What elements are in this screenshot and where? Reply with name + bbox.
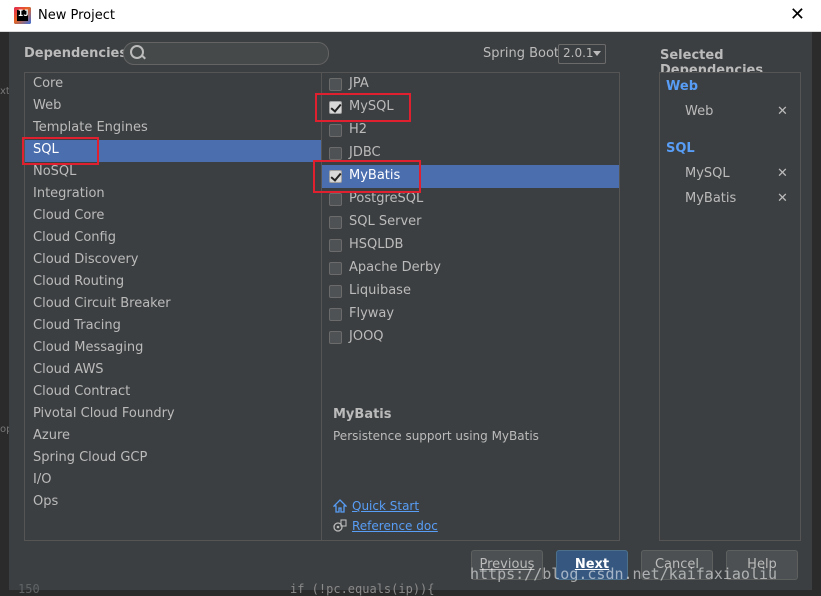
dependency-item[interactable]: JOOQ: [322, 326, 619, 349]
dependencies-label: Dependencies: [24, 46, 128, 61]
spring-boot-version-select[interactable]: 2.0.1: [558, 44, 606, 64]
category-item[interactable]: Template Engines: [33, 117, 148, 139]
dependency-label: Flyway: [349, 306, 395, 321]
dependency-item[interactable]: SQL Server: [322, 211, 619, 234]
selected-item-mybatis: MyBatis: [685, 191, 737, 206]
editor-line-number: 150: [18, 582, 40, 596]
remove-icon[interactable]: ✕: [777, 104, 788, 119]
category-item[interactable]: Integration: [33, 183, 105, 205]
dependency-item[interactable]: HSQLDB: [322, 234, 619, 257]
category-item[interactable]: Cloud Contract: [33, 381, 130, 403]
checkbox[interactable]: [329, 308, 342, 321]
selected-group-sql: SQL: [666, 141, 695, 156]
dependency-label: JDBC: [349, 145, 381, 160]
dependencies-list: JPA MySQL H2 JDBC MyBatis PostgreSQL SQL Serve…: [321, 72, 620, 541]
selected-item-mysql: MySQL: [685, 166, 730, 181]
description-text: Persistence support using MyBatis: [333, 429, 539, 443]
ide-background-right: [812, 32, 821, 596]
selected-group-web: Web: [666, 79, 698, 94]
annotation-box-mybatis: [313, 160, 421, 193]
remove-icon[interactable]: ✕: [777, 166, 788, 181]
dependency-item[interactable]: Apache Derby: [322, 257, 619, 280]
category-item[interactable]: Spring Cloud GCP: [33, 447, 147, 469]
category-item[interactable]: Cloud Circuit Breaker: [33, 293, 171, 315]
selected-dependencies-panel: Web Web ✕ SQL MySQL ✕ MyBatis ✕: [659, 72, 801, 541]
checkbox[interactable]: [329, 239, 342, 252]
dependency-label: PostgreSQL: [349, 191, 424, 206]
dependency-item[interactable]: H2: [322, 119, 619, 142]
reference-doc-link[interactable]: Reference doc: [352, 519, 438, 533]
annotation-box-sql: [22, 137, 99, 165]
checkbox[interactable]: [329, 262, 342, 275]
dependency-label: H2: [349, 122, 368, 137]
checkbox[interactable]: [329, 193, 342, 206]
dependency-label: Apache Derby: [349, 260, 441, 275]
checkbox[interactable]: [329, 216, 342, 229]
watermark: https://blog.csdn.net/kaifaxiaoliu: [470, 565, 778, 583]
category-item[interactable]: Azure: [33, 425, 70, 447]
checkbox[interactable]: [329, 124, 342, 137]
dependency-item[interactable]: Liquibase: [322, 280, 619, 303]
ide-background-left: [0, 32, 9, 596]
reference-doc-icon: [333, 519, 347, 532]
category-item[interactable]: Web: [33, 95, 61, 117]
checkbox[interactable]: [329, 285, 342, 298]
window-title: New Project: [38, 8, 115, 23]
category-item[interactable]: Cloud Config: [33, 227, 116, 249]
category-item[interactable]: Cloud Tracing: [33, 315, 121, 337]
spring-boot-version-value: 2.0.1: [563, 46, 594, 60]
dependency-label: SQL Server: [349, 214, 422, 229]
description-title: MyBatis: [333, 407, 392, 422]
checkbox[interactable]: [329, 331, 342, 344]
category-item[interactable]: Cloud Core: [33, 205, 104, 227]
close-icon[interactable]: ✕: [790, 4, 805, 25]
dependency-label: Liquibase: [349, 283, 411, 298]
window-titlebar: IJ New Project ✕: [0, 0, 821, 32]
remove-icon[interactable]: ✕: [777, 191, 788, 206]
search-input[interactable]: [123, 42, 329, 65]
home-icon: [333, 499, 347, 513]
category-item[interactable]: Cloud AWS: [33, 359, 104, 381]
intellij-logo-icon: IJ: [14, 7, 31, 24]
category-item[interactable]: Cloud Messaging: [33, 337, 143, 359]
category-item[interactable]: Core: [33, 73, 63, 95]
category-item[interactable]: Cloud Discovery: [33, 249, 139, 271]
dependency-label: JPA: [349, 76, 369, 91]
checkbox[interactable]: [329, 78, 342, 91]
dependency-label: JOOQ: [349, 329, 384, 344]
annotation-box-mysql: [315, 93, 411, 122]
category-item[interactable]: I/O: [33, 469, 51, 491]
category-item[interactable]: Pivotal Cloud Foundry: [33, 403, 175, 425]
category-item[interactable]: Ops: [33, 491, 58, 513]
editor-code-line: if (!pc.equals(ip)){: [290, 582, 435, 596]
spring-boot-label: Spring Boot: [483, 46, 560, 61]
category-item[interactable]: Cloud Routing: [33, 271, 124, 293]
dependency-item[interactable]: Flyway: [322, 303, 619, 326]
selected-item-web: Web: [685, 104, 714, 119]
quick-start-link[interactable]: Quick Start: [352, 499, 419, 513]
dependency-label: HSQLDB: [349, 237, 404, 252]
search-icon: [130, 45, 144, 59]
chevron-down-icon: [593, 51, 601, 56]
checkbox[interactable]: [329, 147, 342, 160]
